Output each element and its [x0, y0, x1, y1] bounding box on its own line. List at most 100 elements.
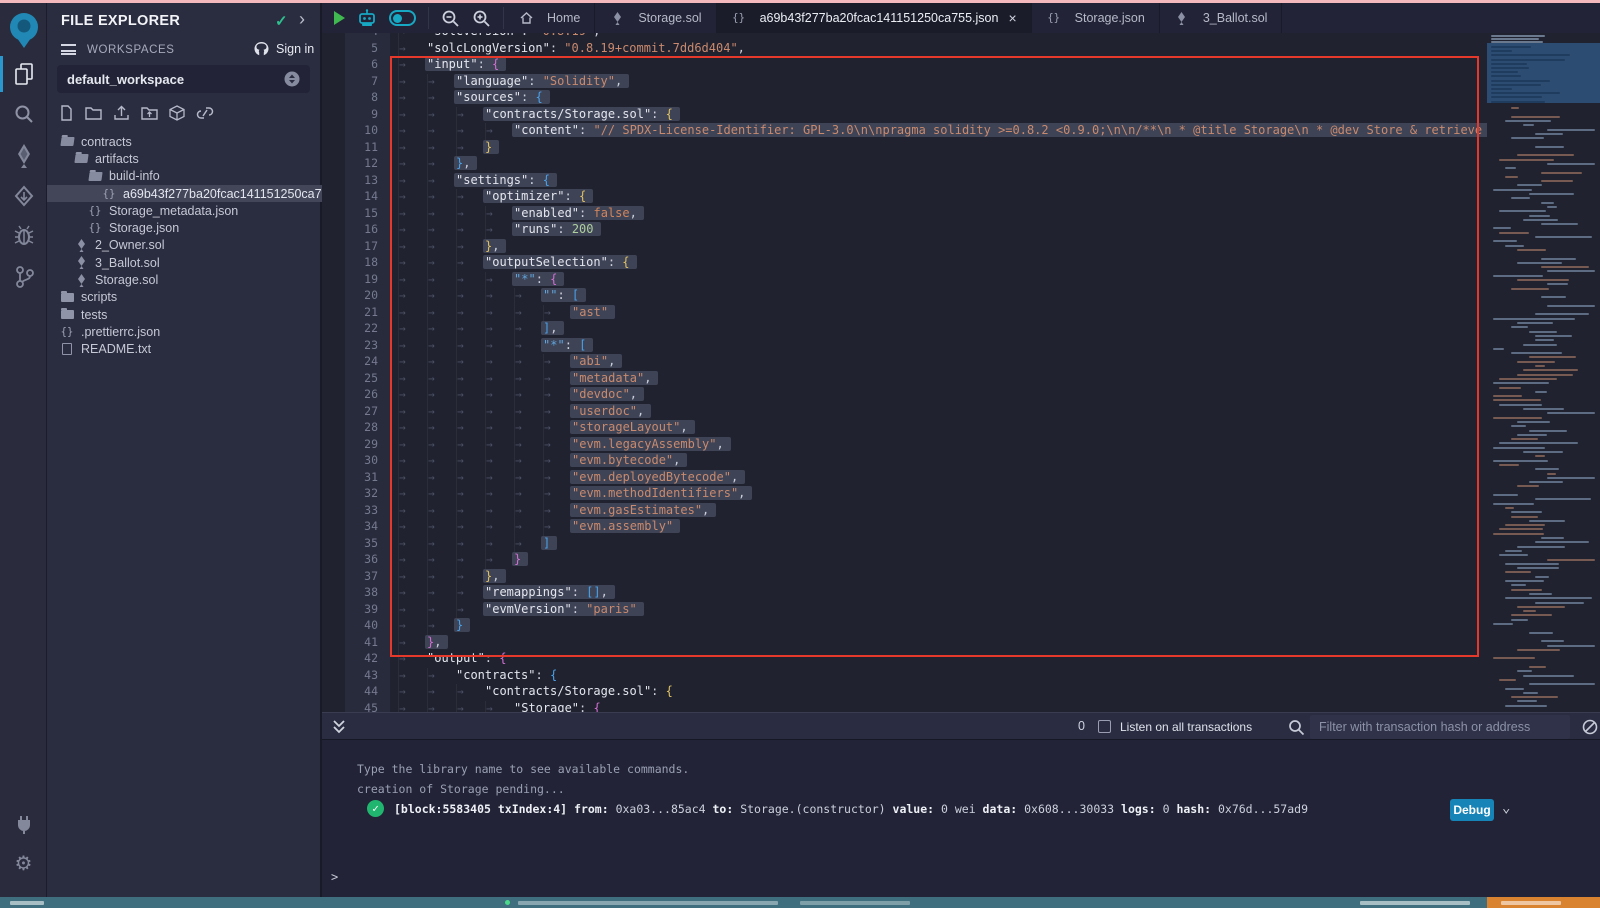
code-line[interactable]: 5→"solcLongVersion": "0.8.19+commit.7dd6…: [322, 40, 1600, 57]
code-line[interactable]: 39→→→"evmVersion": "paris": [322, 601, 1600, 618]
code-line[interactable]: 43→→"contracts": {: [322, 667, 1600, 684]
code-line[interactable]: 41→},: [322, 634, 1600, 651]
run-script-icon[interactable]: [334, 11, 345, 25]
debug-button[interactable]: Debug: [1450, 799, 1494, 821]
workspace-select[interactable]: default_workspace: [57, 65, 310, 93]
search-icon[interactable]: [0, 103, 47, 125]
tree-item-scripts[interactable]: scripts: [47, 289, 322, 306]
tree-item-artifacts[interactable]: artifacts: [47, 150, 322, 167]
robot-icon[interactable]: [357, 8, 377, 28]
code-line[interactable]: 20→→→→→"": [: [322, 287, 1600, 304]
code-line[interactable]: 29→→→→→→"evm.legacyAssembly",: [322, 436, 1600, 453]
code-line[interactable]: 12→→},: [322, 155, 1600, 172]
code-line[interactable]: 45→→→→"Storage": {: [322, 700, 1600, 713]
code-editor[interactable]: 4→"solcVersion": "0.8.19",5→"solcLongVer…: [322, 33, 1600, 712]
remix-logo-icon[interactable]: [0, 11, 47, 49]
code-line[interactable]: 13→→"settings": {: [322, 172, 1600, 189]
code-line[interactable]: 9→→→"contracts/Storage.sol": {: [322, 106, 1600, 123]
code-line[interactable]: 10→→→→"content": "// SPDX-License-Identi…: [322, 122, 1600, 139]
code-line[interactable]: 44→→→"contracts/Storage.sol": {: [322, 683, 1600, 700]
code-line[interactable]: 25→→→→→→"metadata",: [322, 370, 1600, 387]
code-line[interactable]: 21→→→→→→"ast": [322, 304, 1600, 321]
minimap-line: [1491, 50, 1512, 52]
solidity-compiler-icon[interactable]: [0, 143, 47, 169]
code-line[interactable]: 38→→→"remappings": [],: [322, 584, 1600, 601]
tree-item-2-owner-sol[interactable]: 2_Owner.sol: [47, 237, 322, 254]
new-folder-icon[interactable]: [85, 105, 102, 121]
code-line[interactable]: 23→→→→→"*": [: [322, 337, 1600, 354]
code-line[interactable]: 28→→→→→→"storageLayout",: [322, 419, 1600, 436]
tree-item-storage-sol[interactable]: Storage.sol: [47, 271, 322, 288]
terminal[interactable]: Type the library name to see available c…: [322, 740, 1600, 897]
tree-item-readme-txt[interactable]: README.txt: [47, 341, 322, 358]
upload-file-icon[interactable]: [113, 105, 130, 121]
code-line[interactable]: 15→→→→"enabled": false,: [322, 205, 1600, 222]
code-line[interactable]: 8→→"sources": {: [322, 89, 1600, 106]
code-line[interactable]: 26→→→→→→"devdoc",: [322, 386, 1600, 403]
line-content: →→"language": "Solidity",: [398, 73, 629, 91]
minimap[interactable]: [1487, 33, 1600, 712]
git-icon[interactable]: [0, 265, 47, 289]
code-line[interactable]: 35→→→→→]: [322, 535, 1600, 552]
transaction-filter-input[interactable]: [1310, 715, 1570, 739]
workspace-menu-icon[interactable]: [61, 44, 76, 55]
debugger-icon[interactable]: [0, 225, 47, 247]
tree-item-contracts[interactable]: contracts: [47, 133, 322, 150]
code-line[interactable]: 42→"output": {: [322, 650, 1600, 667]
link-icon[interactable]: [196, 105, 214, 121]
tree-item-build-info[interactable]: build-info: [47, 168, 322, 185]
toggle-icon[interactable]: [389, 10, 416, 26]
code-line[interactable]: 18→→→"outputSelection": {: [322, 254, 1600, 271]
code-line[interactable]: 24→→→→→→"abi",: [322, 353, 1600, 370]
code-line[interactable]: 30→→→→→→"evm.bytecode",: [322, 452, 1600, 469]
collapse-terminal-icon[interactable]: [332, 719, 346, 735]
tab-3-ballot-sol[interactable]: 3_Ballot.sol: [1160, 3, 1283, 33]
tree-item-a69b43f277ba20fcac141151250ca7-[interactable]: {}a69b43f277ba20fcac141151250ca7...: [47, 185, 322, 202]
code-line[interactable]: 33→→→→→→"evm.gasEstimates",: [322, 502, 1600, 519]
terminal-prompt[interactable]: >: [331, 870, 338, 884]
tree-item-storage-json[interactable]: {}Storage.json: [47, 219, 322, 236]
tab-a69b43f277ba20fcac141151250ca755-json[interactable]: {}a69b43f277ba20fcac141151250ca755.json×: [717, 3, 1032, 33]
settings-icon[interactable]: ⚙: [0, 851, 47, 876]
code-line[interactable]: 22→→→→→],: [322, 320, 1600, 337]
code-line[interactable]: 32→→→→→→"evm.methodIdentifiers",: [322, 485, 1600, 502]
code-line[interactable]: 27→→→→→→"userdoc",: [322, 403, 1600, 420]
code-line[interactable]: 36→→→→}: [322, 551, 1600, 568]
code-line[interactable]: 31→→→→→→"evm.deployedBytecode",: [322, 469, 1600, 486]
deploy-run-icon[interactable]: [0, 185, 47, 207]
code-line[interactable]: 14→→→"optimizer": {: [322, 188, 1600, 205]
sign-in-button[interactable]: Sign in: [253, 41, 314, 56]
chevron-right-icon[interactable]: ›: [299, 9, 305, 30]
expand-transaction-icon[interactable]: ⌄: [1502, 800, 1510, 816]
code-line[interactable]: 11→→→}: [322, 139, 1600, 156]
new-file-icon[interactable]: [59, 105, 74, 121]
tree-item-storage-metadata-json[interactable]: {}Storage_metadata.json: [47, 202, 322, 219]
tree-item-3-ballot-sol[interactable]: 3_Ballot.sol: [47, 254, 322, 271]
close-tab-icon[interactable]: ×: [1008, 10, 1016, 26]
clear-console-icon[interactable]: [1582, 719, 1598, 735]
tab-storage-sol[interactable]: Storage.sol: [595, 3, 716, 33]
tree-item--prettierrc-json[interactable]: {}.prettierrc.json: [47, 323, 322, 340]
tab-whitespace-marker: →: [398, 420, 427, 437]
code-line[interactable]: 6→"input": {: [322, 56, 1600, 73]
code-line[interactable]: 19→→→→"*": {: [322, 271, 1600, 288]
code-line[interactable]: 17→→→},: [322, 238, 1600, 255]
terminal-search-icon[interactable]: [1288, 719, 1305, 736]
listen-all-checkbox[interactable]: [1098, 720, 1111, 733]
tab-storage-json[interactable]: {}Storage.json: [1032, 3, 1160, 33]
minimap-line: [1541, 258, 1576, 260]
cube-icon[interactable]: [169, 105, 185, 121]
code-line[interactable]: 16→→→→"runs": 200: [322, 221, 1600, 238]
upload-folder-icon[interactable]: [141, 105, 158, 121]
code-line[interactable]: 40→→}: [322, 617, 1600, 634]
code-line[interactable]: 34→→→→→→"evm.assembly": [322, 518, 1600, 535]
plugin-manager-icon[interactable]: [0, 813, 47, 835]
tree-item-tests[interactable]: tests: [47, 306, 322, 323]
transaction-row[interactable]: ✓ [block:5583405 txIndex:4] from: 0xa03.…: [367, 800, 1308, 817]
code-line[interactable]: 37→→→},: [322, 568, 1600, 585]
zoom-in-icon[interactable]: [472, 9, 491, 28]
zoom-out-icon[interactable]: [441, 9, 460, 28]
file-explorer-icon[interactable]: [0, 61, 47, 87]
code-line[interactable]: 7→→"language": "Solidity",: [322, 73, 1600, 90]
tab-home[interactable]: Home: [504, 3, 595, 33]
